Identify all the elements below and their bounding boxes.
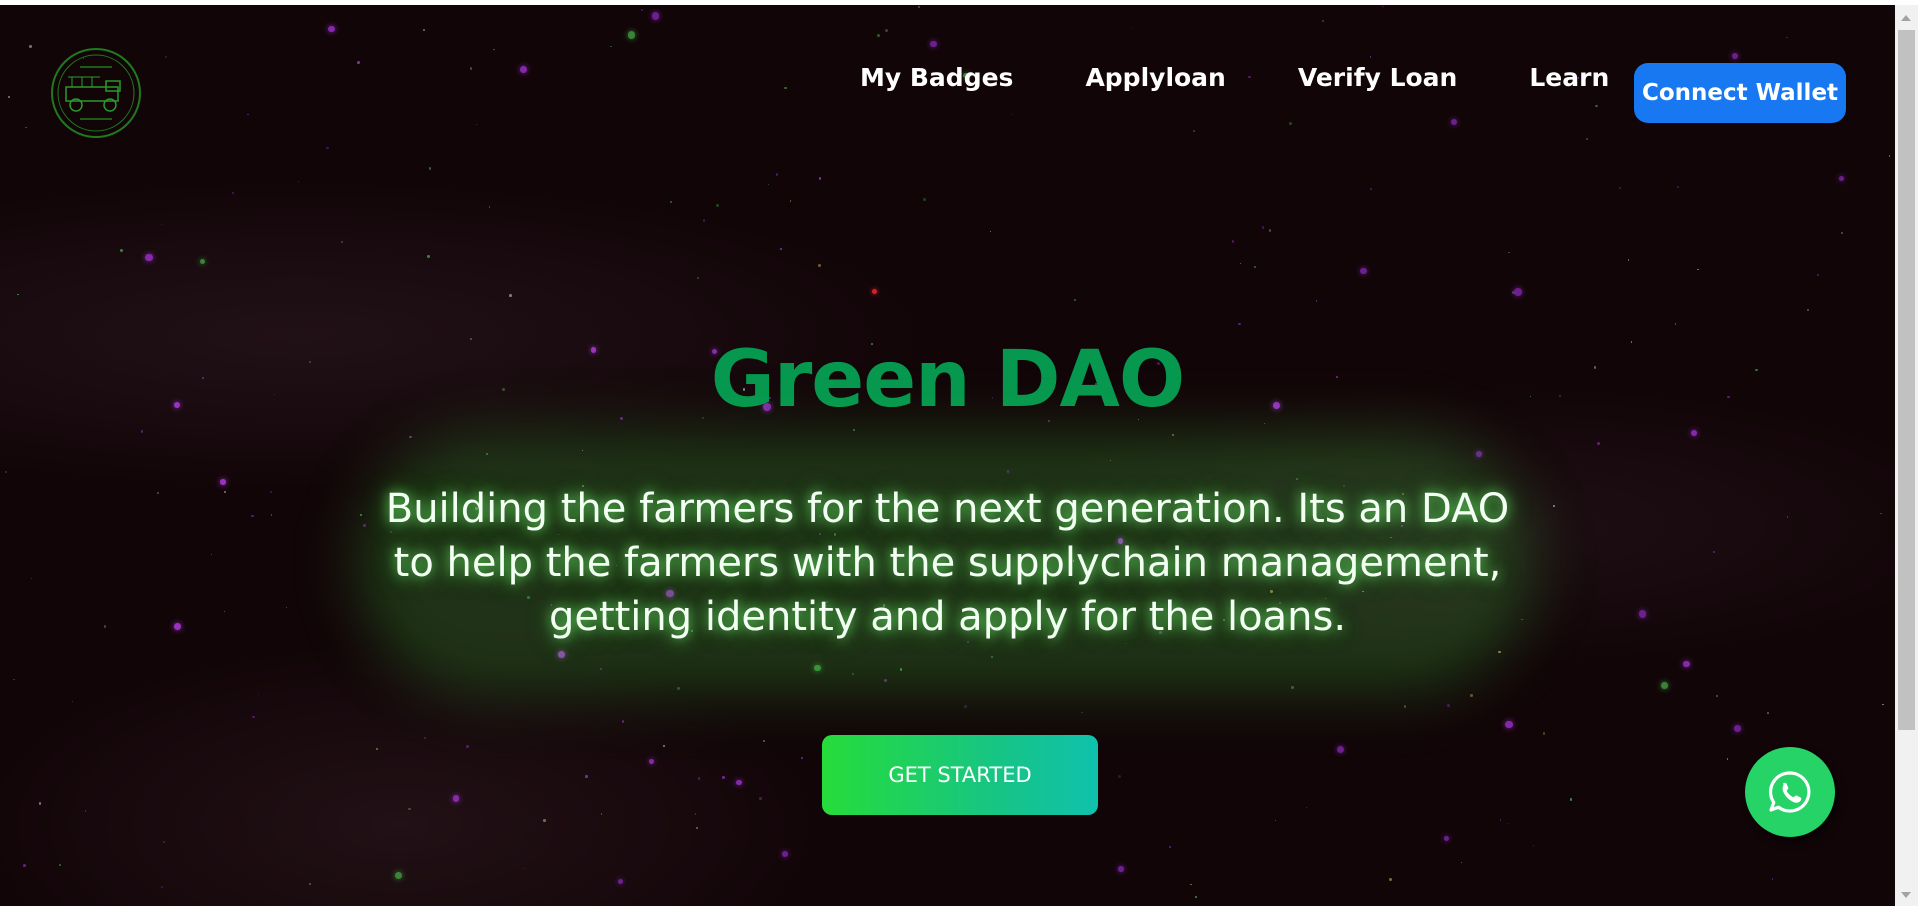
- hero-subtitle-line-1: Building the farmers for the next genera…: [385, 486, 1510, 532]
- scroll-up-arrow-icon[interactable]: [1901, 15, 1911, 21]
- nav-applyloan[interactable]: Applyloan: [1085, 63, 1225, 92]
- get-started-button[interactable]: GET STARTED: [822, 735, 1098, 815]
- nav-my-badges[interactable]: My Badges: [860, 63, 1013, 92]
- page-scrollbar[interactable]: [1895, 5, 1918, 906]
- hero-subtitle-line-3: getting identity and apply for the loans…: [548, 594, 1347, 640]
- whatsapp-chat-button[interactable]: [1745, 747, 1835, 837]
- nav-verify-loan[interactable]: Verify Loan: [1298, 63, 1458, 92]
- connect-wallet-button[interactable]: Connect Wallet: [1634, 63, 1846, 123]
- hero-title: Green DAO: [710, 335, 1185, 425]
- brand-logo[interactable]: [50, 47, 142, 139]
- hero-subtitle-line-2: to help the farmers with the supplychain…: [393, 540, 1502, 586]
- scrollbar-thumb[interactable]: [1898, 30, 1915, 730]
- whatsapp-icon: [1768, 771, 1811, 813]
- scroll-down-arrow-icon[interactable]: [1901, 892, 1911, 898]
- nav-learn[interactable]: Learn: [1529, 63, 1609, 92]
- main-nav: My Badges Applyloan Verify Loan Learn: [860, 63, 1609, 92]
- hero-subtitle: Building the farmers for the next genera…: [370, 482, 1525, 644]
- page-viewport: My Badges Applyloan Verify Loan Learn Co…: [0, 5, 1895, 906]
